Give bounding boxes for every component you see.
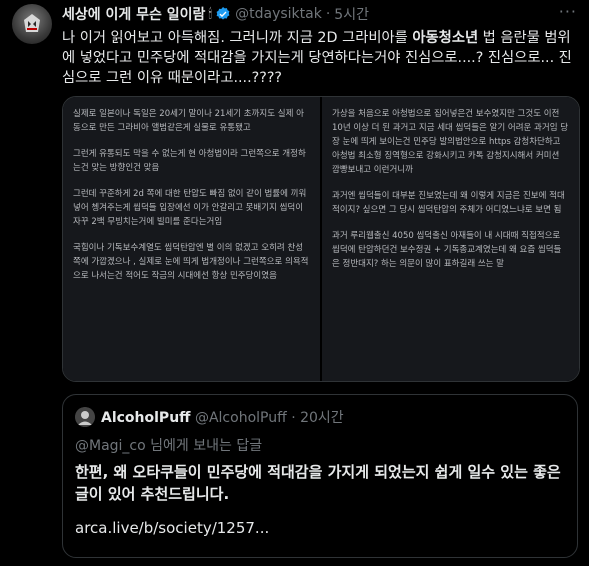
quoted-author-handle[interactable]: @AlcoholPuff — [195, 410, 287, 426]
verified-badge-icon[interactable] — [215, 6, 231, 22]
author-handle[interactable]: @tdaysiktak — [235, 6, 322, 22]
tweet-timestamp[interactable]: 5시간 — [334, 4, 369, 24]
image-paragraph: 과거엔 씹덕들이 대부분 진보였는데 왜 이렇게 지금은 진보에 적대적이지? … — [332, 191, 565, 215]
tweet[interactable]: 세상에 이게 무슨 일이람 🕯 @tdaysiktak · 5시간 ··· 나 … — [0, 0, 589, 566]
image-paragraph: 그런데 꾸준하게 2d 쪽에 대한 탄압도 빠짐 없이 같이 법률에 끼워넣어 … — [73, 189, 307, 227]
more-options-icon[interactable]: ··· — [559, 2, 577, 21]
reply-mention-link[interactable]: @Magi_co — [75, 438, 146, 454]
avatar-image-icon — [75, 407, 95, 427]
quoted-tweet[interactable]: AlcoholPuff @AlcoholPuff · 20시간 @Magi_co… — [62, 394, 578, 558]
image-paragraph: 그런게 유통되도 막을 수 없는게 현 아청법이라 그런쪽으로 개정하는건 맞는… — [73, 149, 306, 173]
reply-context-text: 님에게 보내는 답글 — [145, 438, 263, 454]
separator-dot: · — [325, 6, 331, 22]
quoted-tweet-text: 한편, 왜 오타쿠들이 민주당에 적대감을 가지게 되었는지 쉽게 일수 있는 … — [75, 463, 561, 503]
candle-emoji-icon: 🕯 — [208, 6, 213, 22]
tweet-text-part: 나 이거 읽어보고 아득해짐. 그러니까 지금 2D 그라비아를 — [62, 30, 413, 46]
tweet-media[interactable]: 실제로 일본이나 독일은 20세기 말이나 21세기 초까지도 실제 아동으로 … — [62, 96, 580, 382]
reply-context: @Magi_co 님에게 보내는 답글 — [75, 435, 262, 455]
tweet-text: 나 이거 읽어보고 아득해짐. 그러니까 지금 2D 그라비아를 아동청소년 법… — [62, 28, 578, 88]
avatar-image-icon — [24, 14, 40, 32]
quoted-tweet-timestamp[interactable]: 20시간 — [300, 410, 344, 426]
media-image-right[interactable]: 가상을 처음으로 아청법으로 집어넣은건 보수였지만 그것도 이전 10년 이상… — [322, 97, 579, 381]
author-name[interactable]: 세상에 이게 무슨 일이람 — [62, 4, 205, 24]
quoted-author-avatar[interactable] — [75, 407, 95, 427]
tweet-header: 세상에 이게 무슨 일이람 🕯 @tdaysiktak · 5시간 — [62, 4, 577, 24]
image-paragraph: 국힘이나 기독보수계열도 씹덕탄압엔 별 이의 없겠고 오히려 찬성쪽에 가깝겠… — [73, 243, 309, 281]
image-paragraph: 가상을 처음으로 아청법으로 집어넣은건 보수였지만 그것도 이전 10년 이상… — [332, 109, 569, 175]
quoted-author-name[interactable]: AlcoholPuff — [101, 410, 191, 426]
image-paragraph: 과거 루리웹출신 4050 씹덕출신 아재들이 내 시대때 직접적으로 씹덕에 … — [332, 231, 562, 269]
quoted-tweet-link[interactable]: arca.live/b/society/1257... — [75, 519, 269, 537]
author-avatar[interactable] — [12, 4, 52, 44]
tweet-text-bold: 아동청소년 — [412, 30, 479, 46]
image-paragraph: 실제로 일본이나 독일은 20세기 말이나 21세기 초까지도 실제 아동으로 … — [73, 109, 304, 133]
media-image-left[interactable]: 실제로 일본이나 독일은 20세기 말이나 21세기 초까지도 실제 아동으로 … — [63, 97, 320, 381]
separator-dot: · — [291, 410, 296, 426]
quoted-tweet-header: AlcoholPuff @AlcoholPuff · 20시간 — [101, 407, 344, 427]
